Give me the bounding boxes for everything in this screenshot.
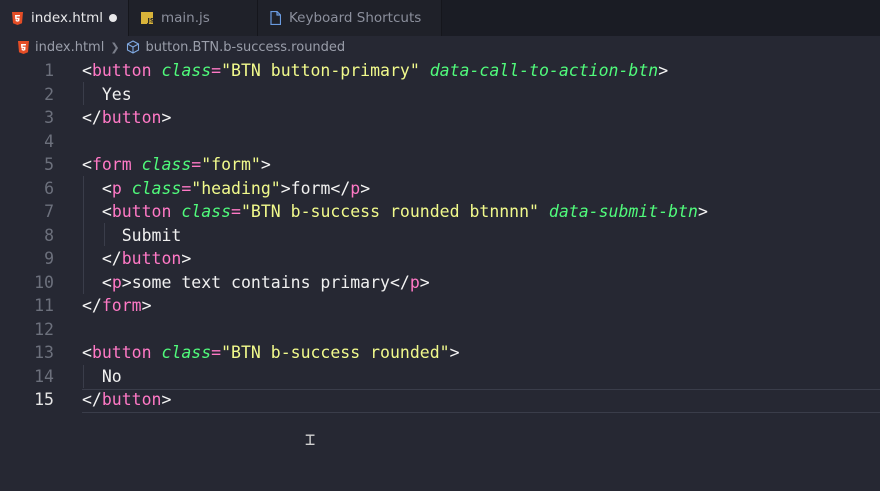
code-line[interactable]: 8 Submit [0, 224, 880, 248]
line-number: 1 [44, 61, 54, 80]
tab-label: index.html [31, 10, 103, 26]
code-text[interactable]: </button> [82, 388, 171, 412]
code-line[interactable]: 9 </button> [0, 247, 880, 271]
code-line[interactable]: 6 <p class="heading">form</p> [0, 177, 880, 201]
code-line[interactable]: 7 <button class="BTN b-success rounded b… [0, 200, 880, 224]
code-text[interactable]: <p class="heading">form</p> [82, 177, 370, 201]
html5-icon [18, 40, 29, 54]
line-number: 15 [34, 390, 54, 409]
line-number: 11 [34, 296, 54, 315]
code-text[interactable]: </button> [82, 106, 171, 130]
code-line[interactable]: 13 <button class="BTN b-success rounded"> [0, 341, 880, 365]
code-text[interactable]: <form class="form"> [82, 153, 271, 177]
code-line[interactable]: 10 <p>some text contains primary</p> [0, 271, 880, 295]
breadcrumb-element[interactable]: button.BTN.b-success.rounded [146, 40, 346, 55]
code-line[interactable]: 3 </button> [0, 106, 880, 130]
line-number: 8 [44, 225, 54, 245]
tab-main-js[interactable]: JS main.js [129, 0, 258, 36]
mouse-ibeam-cursor: ⌶ [305, 430, 316, 450]
code-line[interactable]: 12 [0, 318, 880, 342]
line-number: 3 [44, 108, 54, 127]
code-text[interactable]: <button class="BTN b-success rounded btn… [82, 200, 708, 224]
tab-label: Keyboard Shortcuts [289, 10, 422, 26]
code-line[interactable]: 2 Yes [0, 83, 880, 107]
svg-text:JS: JS [147, 17, 154, 25]
code-line[interactable]: 1 <button class="BTN button-primary" data… [0, 59, 880, 83]
line-number: 9 [44, 249, 54, 268]
code-text[interactable]: Submit [82, 224, 182, 248]
code-text[interactable]: Yes [82, 83, 132, 107]
line-number: 13 [34, 343, 54, 362]
unsaved-dot-icon[interactable] [109, 14, 117, 22]
line-number: 5 [44, 155, 54, 174]
line-number: 7 [44, 202, 54, 221]
js-icon: JS [141, 12, 153, 24]
tab-bar: index.html JS main.js Keyboard Shortcuts [0, 0, 880, 36]
tab-keyboard-shortcuts[interactable]: Keyboard Shortcuts [258, 0, 442, 36]
code-line[interactable]: 4 [0, 130, 880, 154]
code-text[interactable]: No [82, 365, 122, 389]
code-text[interactable]: <button class="BTN button-primary" data-… [82, 59, 668, 83]
file-icon [270, 11, 281, 25]
line-number: 12 [34, 319, 54, 339]
line-number: 10 [34, 272, 54, 292]
tab-label: main.js [161, 10, 210, 26]
line-number: 6 [44, 178, 54, 198]
html5-icon [12, 11, 23, 25]
code-editor[interactable]: 1 <button class="BTN button-primary" data… [0, 58, 880, 491]
code-line[interactable]: 11 </form> [0, 294, 880, 318]
code-line[interactable]: 14 No [0, 365, 880, 389]
code-line[interactable]: 5 <form class="form"> [0, 153, 880, 177]
code-text[interactable]: <p>some text contains primary</p> [82, 271, 430, 295]
code-text[interactable]: </form> [82, 294, 152, 318]
line-number: 4 [44, 131, 54, 151]
code-line[interactable]: 15 </button> [0, 388, 880, 412]
chevron-right-icon: ❯ [110, 40, 120, 54]
line-number: 2 [44, 84, 54, 104]
line-number: 14 [34, 366, 54, 386]
tab-index-html[interactable]: index.html [0, 0, 129, 36]
breadcrumb-file[interactable]: index.html [35, 40, 104, 55]
breadcrumb: index.html ❯ button.BTN.b-success.rounde… [0, 36, 880, 58]
cube-icon [126, 40, 140, 54]
code-text[interactable]: </button> [82, 247, 191, 271]
code-text[interactable]: <button class="BTN b-success rounded"> [82, 341, 460, 365]
